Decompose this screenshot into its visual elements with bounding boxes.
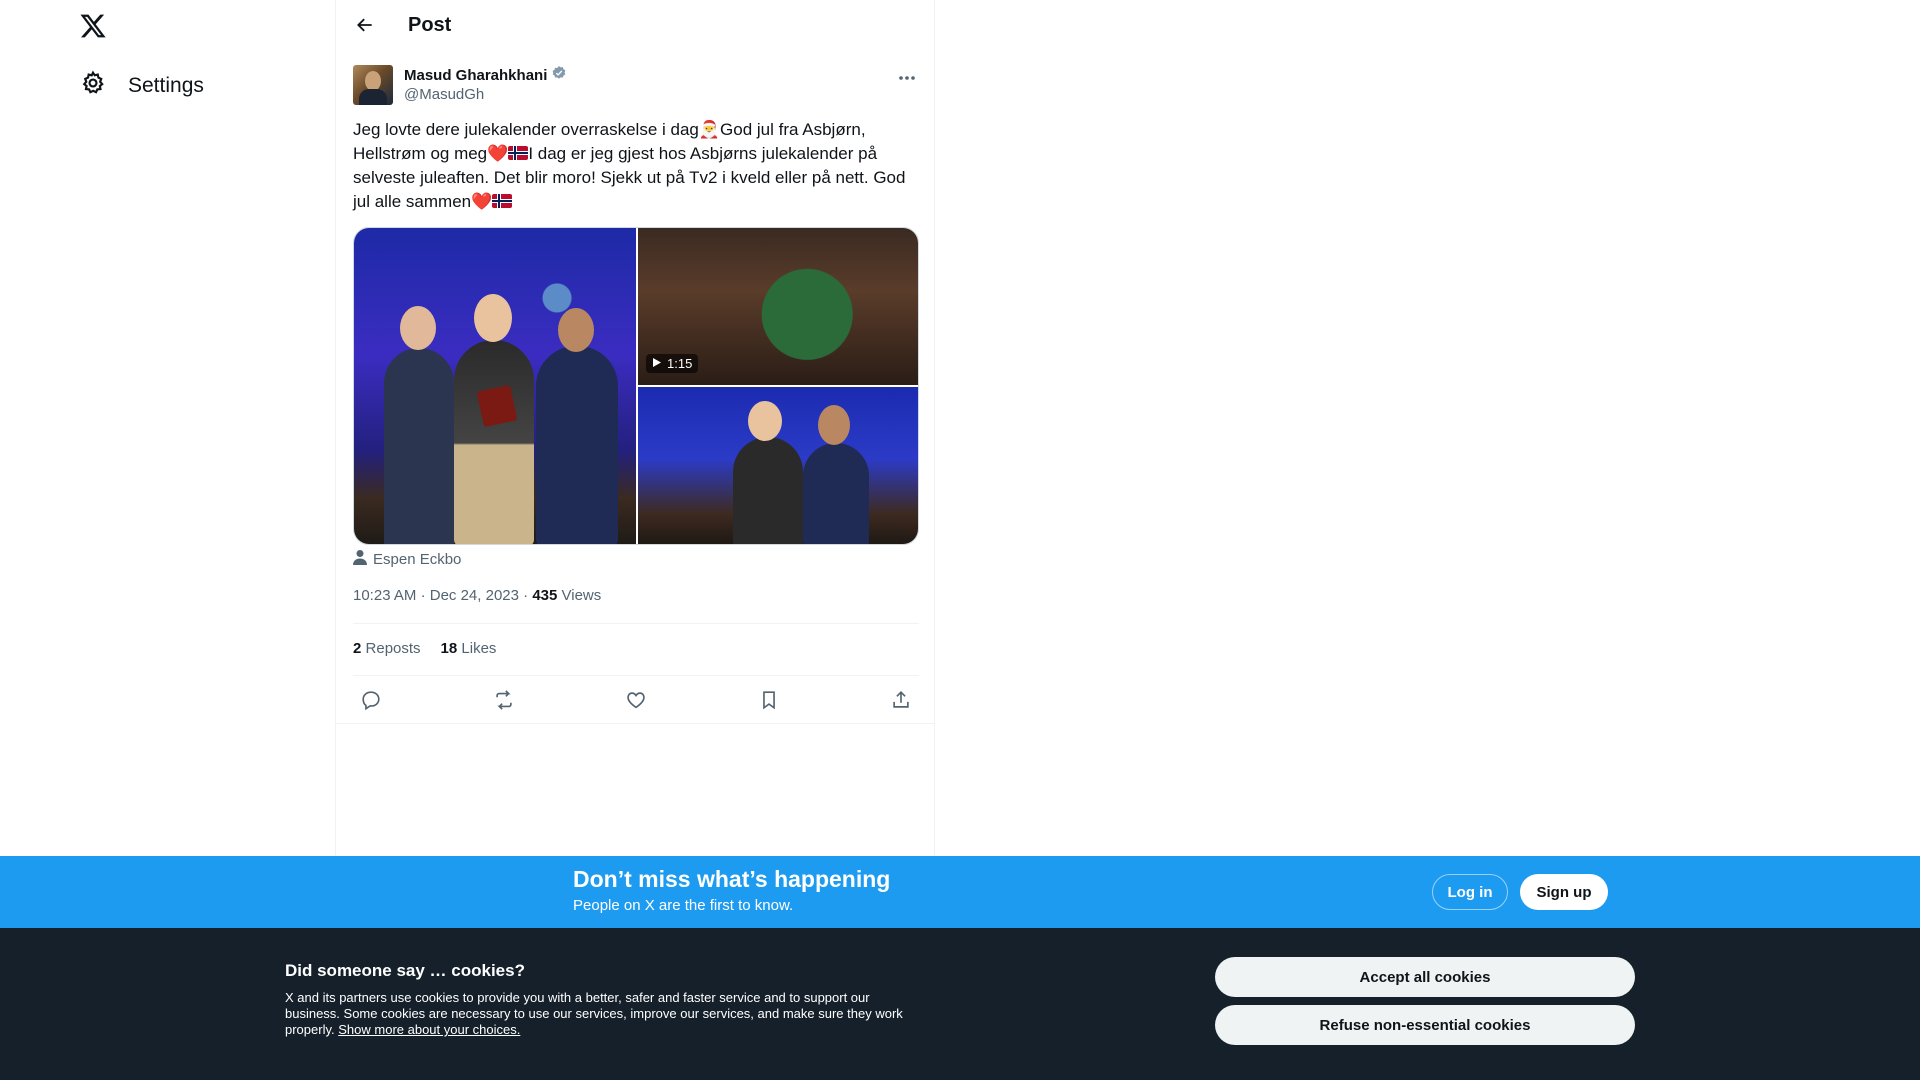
verified-badge-icon <box>551 65 567 85</box>
reposts-stat[interactable]: 2 Reposts <box>353 640 421 657</box>
post-time[interactable]: 10:23 AM <box>353 587 416 604</box>
share-icon <box>890 689 912 716</box>
cookie-choices-link[interactable]: Show more about your choices. <box>338 1022 520 1037</box>
signup-subtitle: People on X are the first to know. <box>573 897 794 914</box>
refuse-cookies-button[interactable]: Refuse non-essential cookies <box>1215 1005 1635 1045</box>
heart-emoji-end: ❤️ <box>471 192 493 211</box>
heart-icon <box>625 689 647 716</box>
bookmark-icon <box>758 689 780 716</box>
santa-emoji: 🎅 <box>698 120 721 139</box>
author-name-row[interactable]: Masud Gharahkhani <box>404 65 567 85</box>
post-stats: 2 Reposts 18 Likes <box>353 640 496 657</box>
post-meta: 10:23 AM · Dec 24, 2023 · 435 Views <box>353 587 602 604</box>
norway-flag-icon-end <box>492 194 513 208</box>
heart-emoji: ❤️ <box>487 144 509 163</box>
likes-count: 18 <box>440 640 458 657</box>
post-media-grid: 1:15 <box>353 227 919 545</box>
reposts-label: Reposts <box>365 640 421 657</box>
gear-icon <box>80 70 106 101</box>
likes-label: Likes <box>461 640 497 657</box>
signup-button[interactable]: Sign up <box>1520 874 1608 910</box>
back-button[interactable] <box>350 12 380 42</box>
media-video[interactable]: 1:15 <box>638 228 918 385</box>
media-photo-2[interactable] <box>638 387 918 544</box>
share-button[interactable] <box>887 688 915 716</box>
post-header: Post <box>336 0 934 53</box>
page-title: Post <box>408 14 452 36</box>
media-photo-1[interactable] <box>354 228 636 544</box>
video-duration: 1:15 <box>667 356 693 371</box>
post-actions <box>353 688 919 716</box>
cookie-title: Did someone say … cookies? <box>285 961 525 980</box>
nav-settings-link[interactable]: Settings <box>80 70 204 101</box>
post-date[interactable]: Dec 24, 2023 <box>430 587 519 604</box>
author-handle[interactable]: @MasudGh <box>404 86 484 103</box>
reply-icon <box>360 689 382 716</box>
views-label: Views <box>561 587 602 604</box>
likes-stat[interactable]: 18 Likes <box>441 640 497 657</box>
signup-title: Don’t miss what’s happening <box>573 866 891 892</box>
tagged-user-name[interactable]: Espen Eckbo <box>373 551 461 568</box>
post-author: Masud Gharahkhani @MasudGh <box>353 65 919 107</box>
x-logo-icon[interactable] <box>78 12 110 44</box>
person-icon <box>353 549 367 570</box>
norway-flag-icon <box>508 146 529 160</box>
arrow-left-icon <box>355 15 375 40</box>
login-button[interactable]: Log in <box>1432 874 1508 910</box>
post-text-part1: Jeg lovte dere julekalender overraskelse… <box>353 120 699 139</box>
repost-button[interactable] <box>490 688 518 716</box>
signup-banner: Don’t miss what’s happening People on X … <box>0 856 1920 928</box>
bookmark-button[interactable] <box>755 688 783 716</box>
author-name[interactable]: Masud Gharahkhani <box>404 67 547 84</box>
video-duration-badge: 1:15 <box>646 354 699 373</box>
cookie-text-block: X and its partners use cookies to provid… <box>285 990 910 1038</box>
reposts-count: 2 <box>353 640 362 657</box>
more-dots-icon <box>898 68 916 86</box>
avatar[interactable] <box>353 65 393 105</box>
repost-icon <box>493 689 515 716</box>
like-button[interactable] <box>622 688 650 716</box>
nav-settings-label: Settings <box>128 73 204 97</box>
reply-button[interactable] <box>357 688 385 716</box>
cookie-banner: Did someone say … cookies? X and its par… <box>0 928 1920 1080</box>
divider <box>353 623 919 624</box>
play-icon <box>652 356 662 371</box>
tagged-user[interactable]: Espen Eckbo <box>353 549 461 570</box>
more-options-button[interactable] <box>895 67 919 87</box>
divider <box>336 723 934 724</box>
views-count: 435 <box>532 587 558 604</box>
divider <box>353 675 919 676</box>
post-text: Jeg lovte dere julekalender overraskelse… <box>353 118 919 214</box>
accept-cookies-button[interactable]: Accept all cookies <box>1215 957 1635 997</box>
